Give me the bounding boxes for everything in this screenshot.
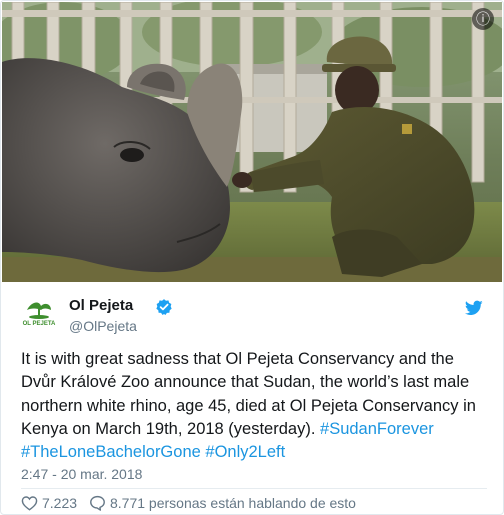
speech-bubble-icon bbox=[90, 495, 105, 511]
verified-badge-icon bbox=[156, 299, 172, 315]
tweet-card[interactable]: ⓘ OL PEJETA Ol Pejeta @OlPejeta It is wi… bbox=[0, 0, 504, 515]
author-display-name[interactable]: Ol Pejeta bbox=[69, 297, 133, 314]
hashtag-link[interactable]: #SudanForever bbox=[320, 420, 434, 438]
tweet-header: OL PEJETA Ol Pejeta @OlPejeta bbox=[21, 296, 483, 340]
like-button[interactable]: 7.223 bbox=[21, 495, 77, 511]
like-count: 7.223 bbox=[42, 495, 78, 511]
ol-pejeta-logo-avatar[interactable]: OL PEJETA bbox=[21, 296, 57, 332]
divider bbox=[21, 488, 487, 489]
rhino-ranger-photo bbox=[2, 2, 502, 282]
info-icon[interactable]: ⓘ bbox=[472, 8, 494, 30]
tweet-photo[interactable]: ⓘ bbox=[2, 2, 502, 282]
twitter-bird-icon[interactable] bbox=[465, 300, 483, 316]
conversation-count-text: 8.771 personas están hablando de esto bbox=[110, 495, 356, 511]
hashtag-link[interactable]: #Only2Left bbox=[205, 443, 285, 461]
tweet-text: It is with great sadness that Ol Pejeta … bbox=[21, 348, 487, 464]
tweet-timestamp[interactable]: 2:47 - 20 mar. 2018 bbox=[21, 466, 142, 482]
author-handle[interactable]: @OlPejeta bbox=[69, 318, 137, 334]
hashtag-link[interactable]: #TheLoneBachelorGone bbox=[21, 443, 201, 461]
heart-icon bbox=[21, 496, 38, 511]
reply-button[interactable]: 8.771 personas están hablando de esto bbox=[89, 495, 356, 511]
svg-text:OL PEJETA: OL PEJETA bbox=[23, 321, 56, 327]
